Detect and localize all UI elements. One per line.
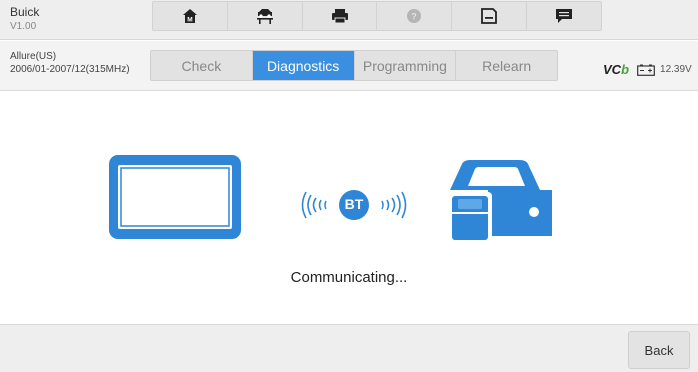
battery-icon bbox=[637, 64, 655, 76]
tablet-icon bbox=[109, 155, 241, 239]
version-label: V1.00 bbox=[10, 21, 37, 32]
vehicle-years: 2006/01-2007/12(315MHz) bbox=[10, 64, 130, 75]
print-button[interactable] bbox=[303, 2, 378, 30]
vci-car-icon bbox=[448, 160, 552, 242]
svg-text:?: ? bbox=[412, 12, 418, 22]
message-button[interactable] bbox=[527, 2, 601, 30]
vehicle-lift-button[interactable] bbox=[228, 2, 303, 30]
vehicle-lift-icon bbox=[256, 9, 273, 24]
top-bar: Buick V1.00 M ? bbox=[0, 0, 698, 40]
bottom-bar: Back bbox=[0, 324, 698, 372]
vehicle-info-bar: Allure(US) 2006/01-2007/12(315MHz) Check… bbox=[0, 41, 698, 91]
tab-check[interactable]: Check bbox=[151, 51, 253, 80]
help-icon: ? bbox=[407, 9, 422, 23]
back-button[interactable]: Back bbox=[628, 331, 690, 369]
tab-programming[interactable]: Programming bbox=[355, 51, 457, 80]
tab-diagnostics[interactable]: Diagnostics bbox=[252, 51, 355, 80]
vci-label: VC bbox=[603, 62, 622, 77]
toolbar: M ? bbox=[152, 1, 602, 31]
save-button[interactable] bbox=[452, 2, 528, 30]
battery-voltage: 12.39V bbox=[660, 64, 692, 75]
bluetooth-label: BT bbox=[344, 196, 364, 212]
vehicle-model: Allure(US) bbox=[10, 51, 57, 62]
make-title: Buick bbox=[10, 5, 40, 19]
vci-connected-mark: b bbox=[621, 62, 630, 77]
home-button[interactable]: M bbox=[153, 2, 228, 30]
svg-text:M: M bbox=[187, 17, 192, 24]
message-icon bbox=[556, 9, 573, 23]
main-content: BT Communicating... bbox=[0, 92, 698, 324]
tab-relearn[interactable]: Relearn bbox=[456, 51, 557, 80]
save-icon bbox=[481, 8, 498, 24]
print-icon bbox=[331, 9, 348, 24]
help-button[interactable]: ? bbox=[377, 2, 453, 30]
function-tabs: Check Diagnostics Programming Relearn bbox=[150, 50, 558, 81]
vci-status: VC b 12.39V bbox=[603, 62, 692, 77]
home-icon: M bbox=[182, 9, 197, 24]
status-message: Communicating... bbox=[290, 269, 408, 286]
